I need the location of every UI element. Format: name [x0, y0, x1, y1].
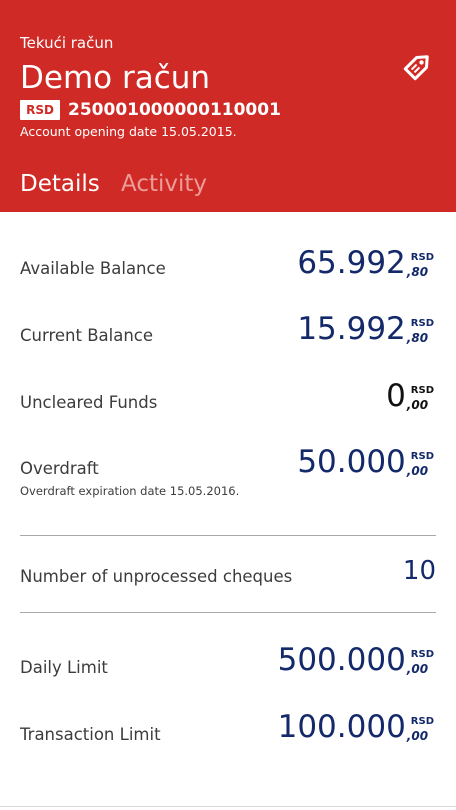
- amount-integer: 50.000: [297, 444, 406, 480]
- amount-currency: RSD: [410, 451, 434, 462]
- unprocessed-cheques-count: 10: [402, 556, 436, 586]
- bottom-border: [0, 806, 456, 807]
- amount-decimal: 80: [411, 331, 429, 345]
- amount-decimal: 00: [411, 398, 429, 412]
- divider: [20, 612, 436, 613]
- transaction-limit-label: Transaction Limit: [20, 725, 161, 744]
- amount-integer: 100.000: [277, 709, 406, 745]
- amount-currency: RSD: [410, 649, 434, 660]
- amount-decimal: 80: [411, 265, 429, 279]
- current-balance-label: Current Balance: [20, 326, 154, 345]
- amount-integer: 65.992: [297, 245, 406, 281]
- amount-currency: RSD: [410, 318, 434, 329]
- tab-details[interactable]: Details: [20, 169, 100, 199]
- unprocessed-cheques-label: Number of unprocessed cheques: [20, 567, 293, 586]
- account-opening-date: Account opening date 15.05.2015.: [20, 124, 237, 139]
- amount-decimal: 00: [411, 729, 429, 743]
- account-number: 250001000000110001: [68, 100, 281, 120]
- currency-badge: RSD: [20, 100, 60, 120]
- amount-currency: RSD: [410, 716, 434, 727]
- uncleared-funds-amount: 0 RSD ,00: [386, 378, 434, 414]
- current-balance-amount: 15.992 RSD ,80: [297, 311, 434, 347]
- daily-limit-label: Daily Limit: [20, 658, 108, 677]
- amount-integer: 15.992: [297, 311, 406, 347]
- amount-integer: 0: [386, 378, 406, 414]
- price-tag-icon[interactable]: [398, 46, 438, 86]
- overdraft-amount: 50.000 RSD ,00: [297, 444, 434, 480]
- amount-decimal: 00: [411, 662, 429, 676]
- overdraft-expiration-date: Overdraft expiration date 15.05.2016.: [20, 484, 240, 498]
- account-header: Tekući račun Demo račun RSD 250001000000…: [0, 0, 456, 212]
- uncleared-funds-label: Uncleared Funds: [20, 393, 158, 412]
- amount-decimal: 00: [411, 464, 429, 478]
- available-balance-label: Available Balance: [20, 259, 166, 278]
- account-type: Tekući račun: [20, 34, 114, 52]
- amount-currency: RSD: [410, 385, 434, 396]
- transaction-limit-amount: 100.000 RSD ,00: [277, 709, 434, 745]
- daily-limit-amount: 500.000 RSD ,00: [277, 642, 434, 678]
- available-balance-amount: 65.992 RSD ,80: [297, 245, 434, 281]
- account-name: Demo račun: [20, 60, 211, 96]
- divider: [20, 535, 436, 536]
- tab-activity[interactable]: Activity: [121, 169, 207, 199]
- amount-integer: 500.000: [277, 642, 406, 678]
- overdraft-label: Overdraft: [20, 459, 99, 478]
- amount-currency: RSD: [410, 252, 434, 263]
